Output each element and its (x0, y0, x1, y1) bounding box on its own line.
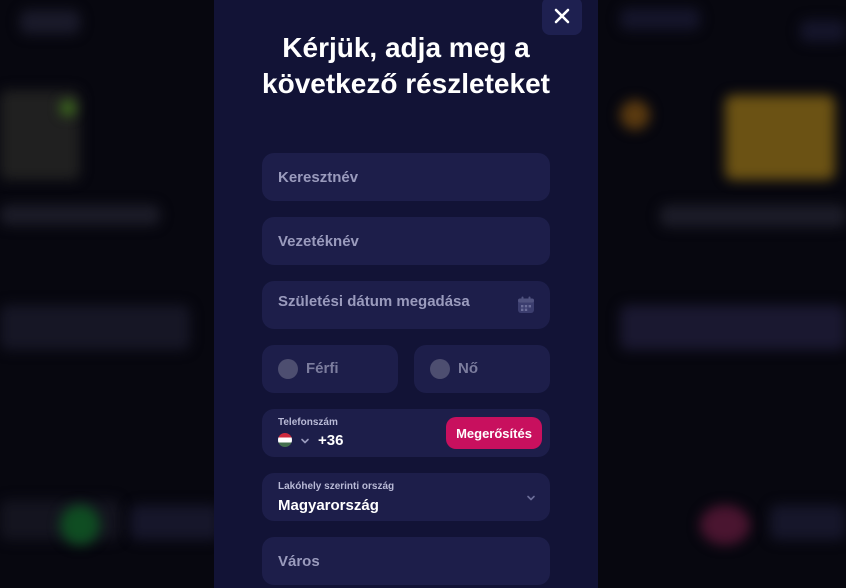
bg-shape (800, 20, 846, 42)
chevron-down-icon[interactable] (300, 436, 310, 446)
phone-country-code[interactable]: +36 (318, 432, 343, 449)
bg-shape (660, 205, 846, 227)
radio-circle-icon (430, 359, 450, 379)
chevron-down-icon (527, 495, 535, 501)
phone-label: Telefonszám (278, 417, 338, 428)
last-name-field (262, 217, 550, 265)
city-input[interactable] (262, 537, 550, 585)
birthdate-input[interactable] (262, 281, 550, 329)
bg-shape (770, 505, 846, 540)
confirm-phone-button[interactable]: Megerősítés (446, 417, 542, 449)
last-name-input[interactable] (262, 217, 550, 265)
gender-option-female[interactable]: Nő (414, 345, 550, 393)
country-value: Magyarország (278, 497, 379, 514)
bg-shape (60, 100, 76, 116)
gender-option-male[interactable]: Férfi (262, 345, 398, 393)
city-field (262, 537, 550, 585)
phone-field: Telefonszám +36 Megerősítés (262, 409, 550, 457)
details-modal: Kérjük, adja meg a következő részleteket… (214, 0, 598, 588)
bg-shape (700, 505, 750, 545)
bg-shape (620, 305, 846, 350)
bg-shape (725, 95, 835, 180)
bg-shape (620, 8, 700, 30)
bg-shape (130, 505, 220, 540)
first-name-field (262, 153, 550, 201)
bg-shape (620, 100, 650, 130)
bg-shape (0, 305, 190, 350)
calendar-icon[interactable] (516, 295, 536, 315)
gender-label-female: Nő (458, 360, 478, 377)
birthdate-field (262, 281, 550, 329)
first-name-input[interactable] (262, 153, 550, 201)
close-icon (554, 8, 570, 24)
bg-shape (20, 10, 80, 34)
modal-title: Kérjük, adja meg a következő részleteket (262, 32, 550, 99)
gender-label-male: Férfi (306, 360, 339, 377)
hungary-flag-icon[interactable] (278, 433, 292, 447)
country-label: Lakóhely szerinti ország (278, 481, 395, 492)
bg-shape (60, 505, 100, 545)
radio-circle-icon (278, 359, 298, 379)
bg-shape (0, 205, 160, 225)
country-select[interactable]: Lakóhely szerinti ország Magyarország (262, 473, 550, 521)
